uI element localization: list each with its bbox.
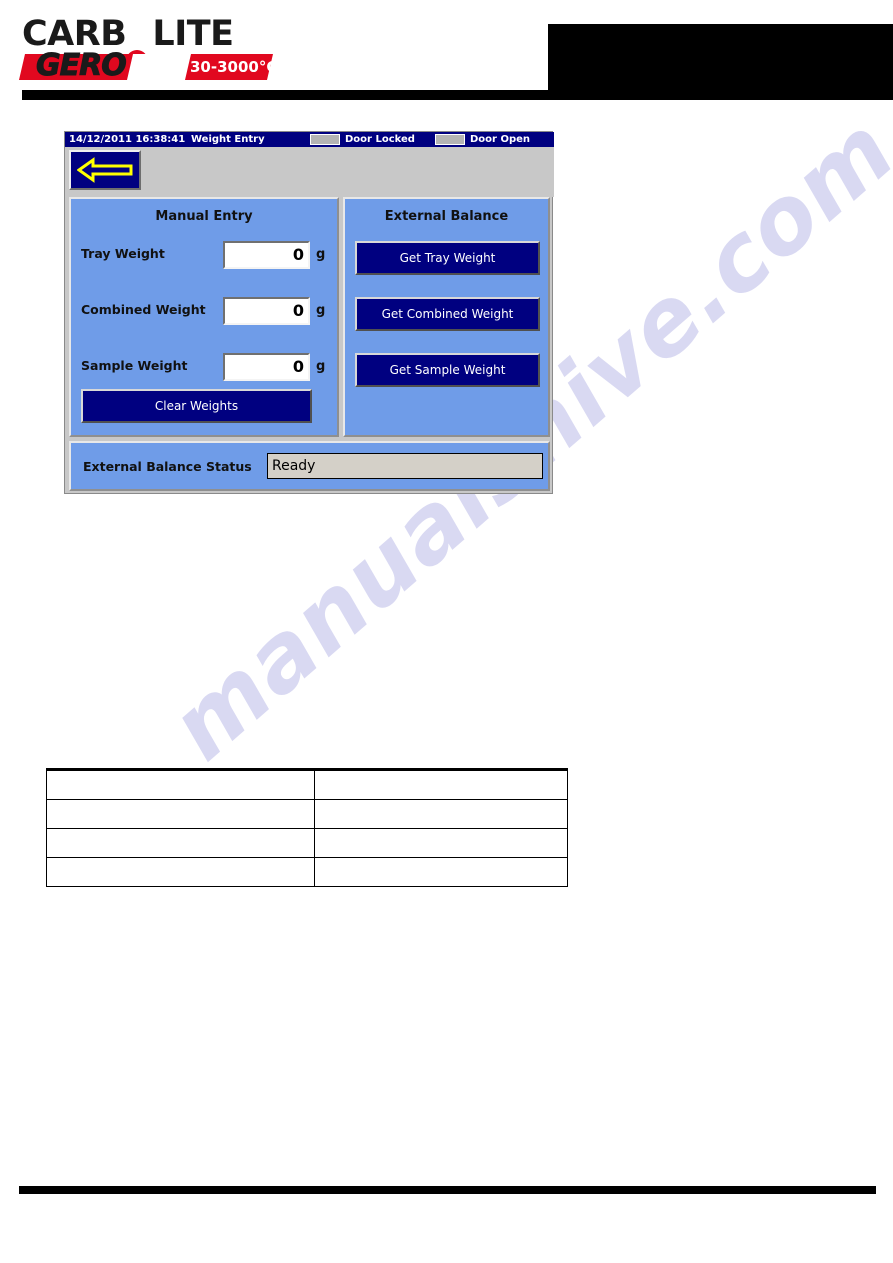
temperature-range-badge: 30-3000°C — [190, 58, 278, 76]
tray-weight-row: Tray Weight 0 g — [71, 241, 341, 269]
hmi-titlebar: 14/12/2011 16:38:41 Weight Entry Door Lo… — [65, 132, 554, 147]
titlebar-screen-name: Weight Entry — [191, 134, 265, 145]
header-rule — [22, 90, 893, 100]
tray-weight-label: Tray Weight — [81, 246, 165, 261]
table-cell-right — [314, 828, 568, 858]
external-balance-title: External Balance — [384, 209, 509, 224]
door-open-label: Door Open — [470, 134, 531, 145]
external-balance-status-label: External Balance Status — [83, 459, 252, 474]
logo-carbolite-wordmark: CARB LITE — [22, 16, 270, 76]
page-header: CARB LITE GERO 30-3000°C — [0, 0, 893, 104]
table-cell-right — [314, 799, 568, 829]
door-locked-indicator-led — [310, 134, 340, 145]
left-arrow-icon — [77, 157, 133, 183]
table-cell-left — [45, 768, 316, 800]
sample-weight-input[interactable]: 0 — [223, 353, 310, 381]
external-balance-status-panel: External Balance Status Ready — [69, 441, 550, 491]
external-balance-status-field: Ready — [267, 453, 543, 479]
sample-weight-label: Sample Weight — [81, 358, 188, 373]
logo-gero-row: GERO 30-3000°C — [18, 48, 277, 83]
door-locked-label: Door Locked — [345, 134, 415, 145]
back-button[interactable] — [69, 150, 141, 190]
page-footer-rule — [19, 1186, 876, 1194]
door-open-indicator-led — [435, 134, 465, 145]
spec-table — [45, 768, 568, 887]
table-cell-right — [314, 768, 568, 800]
logo-white-notch — [126, 54, 192, 80]
carbolite-gero-logo: CARB LITE GERO 30-3000°C — [18, 16, 277, 88]
logo-gero-wordmark: GERO — [36, 48, 128, 83]
external-balance-panel: External Balance Get Tray Weight Get Com… — [343, 197, 550, 437]
table-row — [45, 857, 568, 887]
table-cell-left — [45, 799, 316, 829]
hmi-toolbar — [65, 147, 554, 197]
table-cell-left — [45, 857, 316, 887]
table-row — [45, 799, 568, 829]
sample-weight-unit: g — [316, 359, 326, 374]
header-black-block — [548, 24, 893, 97]
manual-entry-title: Manual Entry — [155, 209, 253, 224]
clear-weights-button[interactable]: Clear Weights — [81, 389, 312, 423]
combined-weight-input[interactable]: 0 — [223, 297, 310, 325]
combined-weight-unit: g — [316, 303, 326, 318]
combined-weight-row: Combined Weight 0 g — [71, 297, 341, 325]
table-row — [45, 768, 568, 800]
table-cell-left — [45, 828, 316, 858]
get-tray-weight-button[interactable]: Get Tray Weight — [355, 241, 540, 275]
hmi-content-area: Manual Entry Tray Weight 0 g Combined We… — [69, 197, 550, 491]
tray-weight-input[interactable]: 0 — [223, 241, 310, 269]
tray-weight-unit: g — [316, 247, 326, 262]
get-combined-weight-button[interactable]: Get Combined Weight — [355, 297, 540, 331]
get-sample-weight-button[interactable]: Get Sample Weight — [355, 353, 540, 387]
hmi-screen: 14/12/2011 16:38:41 Weight Entry Door Lo… — [64, 131, 554, 494]
sample-weight-row: Sample Weight 0 g — [71, 353, 341, 381]
table-row — [45, 828, 568, 858]
manual-entry-panel: Manual Entry Tray Weight 0 g Combined We… — [69, 197, 339, 437]
titlebar-datetime: 14/12/2011 16:38:41 — [69, 134, 186, 145]
table-cell-right — [314, 857, 568, 887]
combined-weight-label: Combined Weight — [81, 302, 206, 317]
